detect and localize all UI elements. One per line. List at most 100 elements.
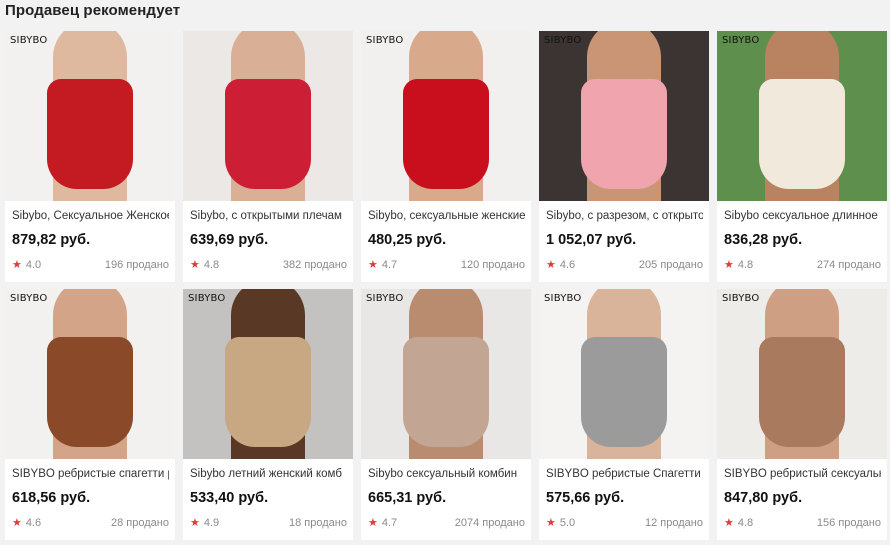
product-card[interactable]: SIBYBO Sibybo сексуальный комбин 665,31 … xyxy=(361,289,531,540)
product-name[interactable]: Sibybo, с разрезом, с открыто xyxy=(546,210,703,222)
product-name[interactable]: Sibybo, сексуальные женские xyxy=(368,210,525,222)
product-name[interactable]: Sibybo летний женский комб xyxy=(190,468,347,480)
sold-count: 18 продано xyxy=(289,517,347,529)
product-meta: ★ 4.6 28 продано xyxy=(12,517,169,529)
sold-count: 196 продано xyxy=(104,259,169,271)
product-rating: ★ 4.6 xyxy=(546,259,575,271)
product-price: 480,25 руб. xyxy=(368,232,447,248)
product-card[interactable]: SIBYBO SIBYBO ребристые спагетти р 618,5… xyxy=(5,289,175,540)
garment-shape xyxy=(581,79,667,189)
garment-shape xyxy=(225,79,311,189)
rating-value: 4.7 xyxy=(381,517,398,529)
star-icon: ★ xyxy=(12,516,22,529)
product-price: 1 052,07 руб. xyxy=(546,232,637,248)
sold-count: 2074 продано xyxy=(454,517,525,529)
product-image[interactable]: SIBYBO xyxy=(361,289,531,459)
brand-watermark: SIBYBO xyxy=(366,293,404,304)
sold-count: 12 продано xyxy=(645,517,703,529)
star-icon: ★ xyxy=(546,516,556,529)
product-card[interactable]: SIBYBO Sibybo, Сексуальное Женское 879,8… xyxy=(5,31,175,282)
product-image[interactable]: SIBYBO xyxy=(361,31,531,201)
garment-shape xyxy=(403,79,489,189)
product-card[interactable]: SIBYBO Sibybo, с разрезом, с открыто 1 0… xyxy=(539,31,709,282)
brand-watermark: SIBYBO xyxy=(366,35,404,46)
rating-value: 4.6 xyxy=(559,259,576,271)
section-title: Продавец рекомендует xyxy=(5,2,181,19)
product-image[interactable]: SIBYBO xyxy=(539,289,709,459)
star-icon: ★ xyxy=(12,258,22,271)
sold-count: 382 продано xyxy=(282,259,347,271)
product-image[interactable]: SIBYBO xyxy=(717,31,887,201)
product-rating: ★ 4.6 xyxy=(12,517,41,529)
product-price: 639,69 руб. xyxy=(190,232,269,248)
product-price: 847,80 руб. xyxy=(724,490,803,506)
product-card[interactable]: SIBYBO SIBYBO ребристый сексуальн 847,80… xyxy=(717,289,887,540)
rating-value: 4.6 xyxy=(25,517,42,529)
product-rating: ★ 4.9 xyxy=(190,517,219,529)
rating-value: 4.8 xyxy=(737,517,754,529)
brand-watermark: SIBYBO xyxy=(188,293,226,304)
garment-shape xyxy=(581,337,667,447)
product-card[interactable]: SIBYBO Sibybo сексуальное длинное 836,28… xyxy=(717,31,887,282)
product-rating: ★ 5.0 xyxy=(546,517,575,529)
product-card[interactable]: SIBYBO SIBYBO ребристые Спагетти 575,66 … xyxy=(539,289,709,540)
product-meta: ★ 4.8 156 продано xyxy=(724,517,881,529)
product-name[interactable]: SIBYBO ребристые спагетти р xyxy=(12,468,169,480)
product-name[interactable]: Sibybo, с открытыми плечам xyxy=(190,210,347,222)
garment-shape xyxy=(403,337,489,447)
product-rating: ★ 4.7 xyxy=(368,517,397,529)
brand-watermark: SIBYBO xyxy=(544,293,582,304)
product-meta: ★ 4.6 205 продано xyxy=(546,259,703,271)
product-rating: ★ 4.8 xyxy=(724,517,753,529)
product-price: 879,82 руб. xyxy=(12,232,91,248)
product-name[interactable]: SIBYBO ребристый сексуальн xyxy=(724,468,881,480)
sold-count: 205 продано xyxy=(638,259,703,271)
rating-value: 5.0 xyxy=(559,517,576,529)
product-image[interactable]: SIBYBO xyxy=(5,289,175,459)
product-name[interactable]: Sibybo сексуальный комбин xyxy=(368,468,525,480)
garment-shape xyxy=(759,337,845,447)
sold-count: 156 продано xyxy=(816,517,881,529)
product-name[interactable]: Sibybo, Сексуальное Женское xyxy=(12,210,169,222)
product-rating: ★ 4.8 xyxy=(190,259,219,271)
brand-watermark: SIBYBO xyxy=(544,35,582,46)
product-card[interactable]: SIBYBO Sibybo, сексуальные женские 480,2… xyxy=(361,31,531,282)
rating-value: 4.8 xyxy=(203,259,220,271)
product-image[interactable]: SIBYBO xyxy=(183,289,353,459)
product-grid: SIBYBO Sibybo, Сексуальное Женское 879,8… xyxy=(5,31,887,540)
garment-shape xyxy=(47,79,133,189)
star-icon: ★ xyxy=(368,258,378,271)
sold-count: 120 продано xyxy=(460,259,525,271)
rating-value: 4.0 xyxy=(25,259,42,271)
rating-value: 4.8 xyxy=(737,259,754,271)
garment-shape xyxy=(225,337,311,447)
product-price: 533,40 руб. xyxy=(190,490,269,506)
garment-shape xyxy=(47,337,133,447)
garment-shape xyxy=(759,79,845,189)
product-image[interactable]: SIBYBO xyxy=(539,31,709,201)
star-icon: ★ xyxy=(724,516,734,529)
product-name[interactable]: SIBYBO ребристые Спагетти xyxy=(546,468,703,480)
product-image[interactable]: SIBYBO xyxy=(5,31,175,201)
product-image[interactable]: SIBYBO xyxy=(717,289,887,459)
product-price: 665,31 руб. xyxy=(368,490,447,506)
brand-watermark: SIBYBO xyxy=(722,293,760,304)
star-icon: ★ xyxy=(190,516,200,529)
product-meta: ★ 4.7 120 продано xyxy=(368,259,525,271)
star-icon: ★ xyxy=(546,258,556,271)
product-meta: ★ 4.7 2074 продано xyxy=(368,517,525,529)
product-card[interactable]: SIBYBO Sibybo летний женский комб 533,40… xyxy=(183,289,353,540)
brand-watermark: SIBYBO xyxy=(10,35,48,46)
product-price: 575,66 руб. xyxy=(546,490,625,506)
product-meta: ★ 5.0 12 продано xyxy=(546,517,703,529)
brand-watermark: SIBYBO xyxy=(10,293,48,304)
product-image[interactable] xyxy=(183,31,353,201)
product-name[interactable]: Sibybo сексуальное длинное xyxy=(724,210,881,222)
rating-value: 4.9 xyxy=(203,517,220,529)
sold-count: 274 продано xyxy=(816,259,881,271)
product-meta: ★ 4.0 196 продано xyxy=(12,259,169,271)
rating-value: 4.7 xyxy=(381,259,398,271)
product-card[interactable]: Sibybo, с открытыми плечам 639,69 руб. ★… xyxy=(183,31,353,282)
product-meta: ★ 4.9 18 продано xyxy=(190,517,347,529)
star-icon: ★ xyxy=(190,258,200,271)
